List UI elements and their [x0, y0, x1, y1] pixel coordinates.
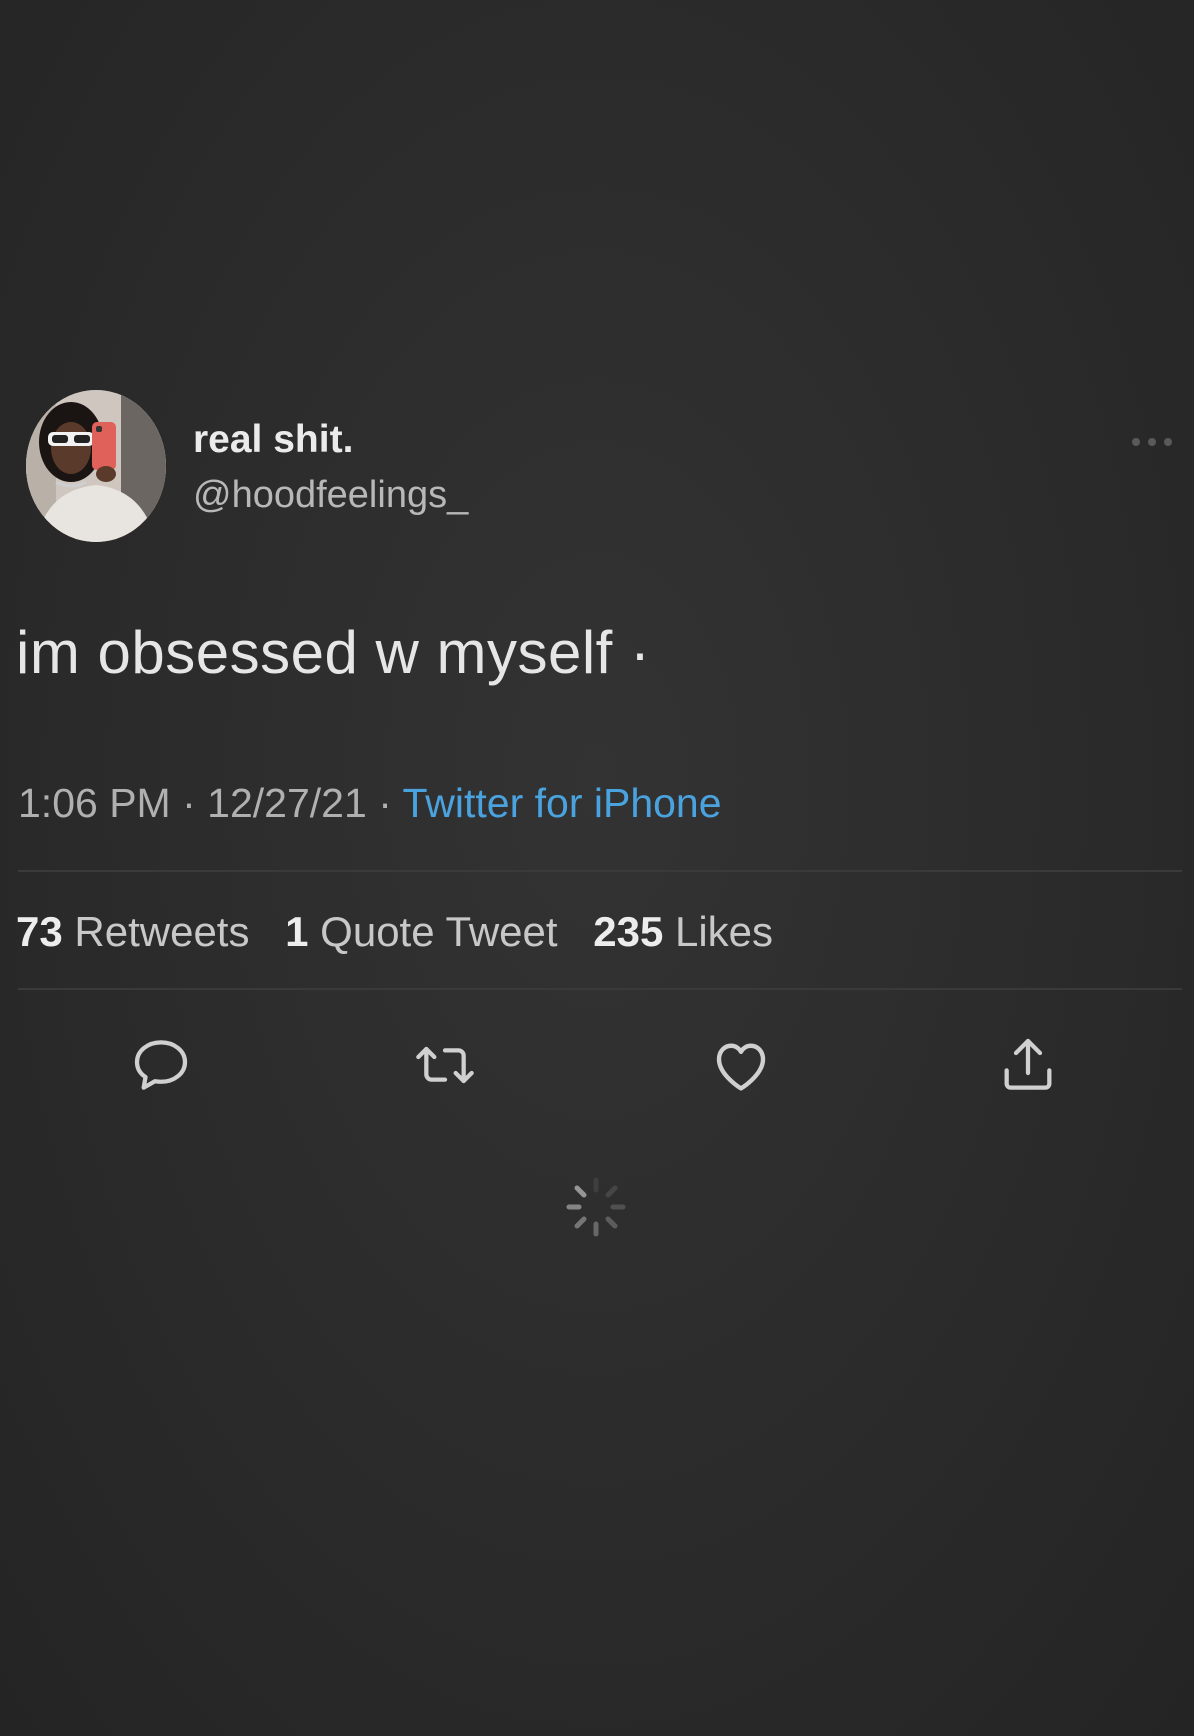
- likes-label: Likes: [674, 908, 774, 955]
- retweets-count: 73: [16, 908, 63, 955]
- share-icon: [1004, 1038, 1052, 1090]
- retweets-stat[interactable]: 73 Retweets: [16, 908, 249, 955]
- like-icon: [716, 1043, 766, 1091]
- tweet-meta: 1:06 PM · 12/27/21 · Twitter for iPhone: [18, 780, 722, 827]
- avatar[interactable]: [26, 390, 166, 542]
- tweet-source-link[interactable]: Twitter for iPhone: [403, 780, 722, 826]
- like-button[interactable]: [706, 1030, 776, 1100]
- tweet-detail: real shit. @hoodfeelings_ im obsessed w …: [0, 0, 1194, 1736]
- retweet-icon: [416, 1046, 474, 1084]
- user-handle[interactable]: @hoodfeelings_: [193, 474, 468, 517]
- tweet-date: 12/27/21: [207, 780, 367, 826]
- likes-count: 235: [593, 908, 664, 955]
- action-bar: [0, 1030, 1194, 1100]
- tweet-text: im obsessed w myself ·: [16, 619, 651, 686]
- tweet-time: 1:06 PM: [18, 780, 171, 826]
- divider: [18, 988, 1182, 990]
- quotes-label: Quote Tweet: [320, 908, 558, 955]
- divider: [18, 870, 1182, 872]
- reply-button[interactable]: [126, 1030, 196, 1100]
- quotes-stat[interactable]: 1 Quote Tweet: [285, 908, 557, 955]
- likes-stat[interactable]: 235 Likes: [593, 908, 773, 955]
- display-name[interactable]: real shit.: [193, 418, 353, 462]
- reply-icon: [134, 1040, 188, 1090]
- loading-spinner-icon: [566, 1177, 626, 1237]
- retweets-label: Retweets: [74, 908, 250, 955]
- retweet-button[interactable]: [410, 1030, 480, 1100]
- avatar-photo: [26, 390, 166, 542]
- tweet-stats: 73 Retweets 1 Quote Tweet 235 Likes: [16, 908, 797, 956]
- quotes-count: 1: [285, 908, 309, 955]
- more-options-icon[interactable]: [1128, 435, 1176, 449]
- share-button[interactable]: [993, 1030, 1063, 1100]
- meta-separator: ·: [182, 780, 196, 826]
- meta-separator: ·: [378, 780, 392, 826]
